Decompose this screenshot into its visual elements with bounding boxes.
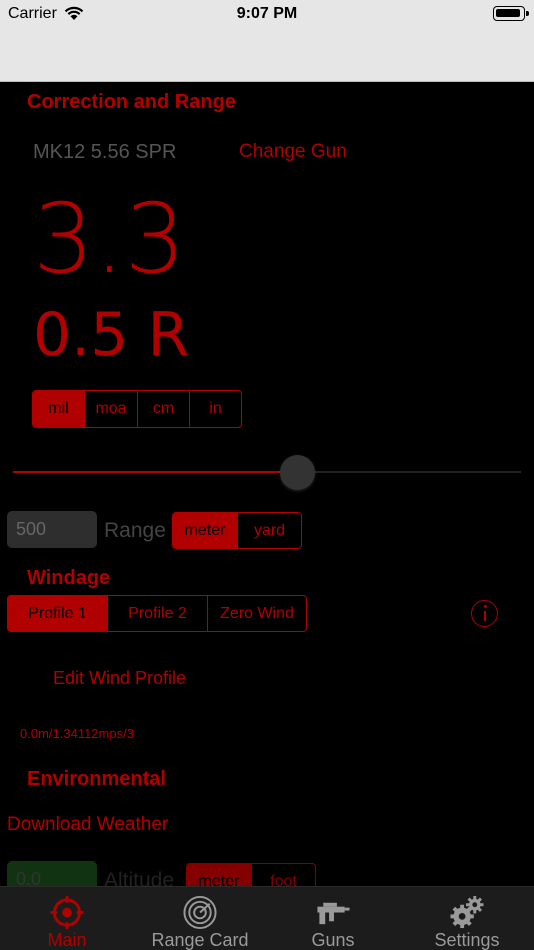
tab-range-card-label: Range Card xyxy=(151,930,249,950)
range-input[interactable] xyxy=(7,511,97,548)
tab-main[interactable]: Main xyxy=(0,887,134,950)
elevation-correction: 3.3 xyxy=(33,183,186,295)
tab-main-label: Main xyxy=(47,930,87,950)
range-label: Range xyxy=(104,519,166,542)
tab-settings[interactable]: Settings xyxy=(400,887,534,950)
unit-moa[interactable]: moa xyxy=(85,391,138,427)
range-slider-track[interactable] xyxy=(13,471,521,473)
tab-bar: Main Range Card Guns Settings xyxy=(0,886,534,950)
tab-guns[interactable]: Guns xyxy=(266,887,400,950)
windage-section-title: Windage xyxy=(27,567,111,589)
edit-wind-profile-button[interactable]: Edit Wind Profile xyxy=(53,668,186,689)
range-slider-thumb[interactable] xyxy=(279,455,315,490)
wind-profile-selector: Profile 1 Profile 2 Zero Wind xyxy=(7,595,307,632)
tab-guns-label: Guns xyxy=(311,930,355,950)
range-slider-fill xyxy=(13,471,298,473)
wind-profile-2[interactable]: Profile 2 xyxy=(108,596,208,631)
change-gun-button[interactable]: Change Gun xyxy=(239,141,347,163)
windage-correction: 0.5 R xyxy=(33,300,190,370)
unit-in[interactable]: in xyxy=(190,391,241,427)
gun-icon xyxy=(317,902,350,925)
environmental-section-title: Environmental xyxy=(27,768,166,790)
crosshair-icon xyxy=(50,895,84,930)
tab-range-card[interactable]: Range Card xyxy=(133,887,267,950)
clock: 9:07 PM xyxy=(236,5,298,22)
range-unit-selector: meter yard xyxy=(172,512,302,549)
download-weather-button[interactable]: Download Weather xyxy=(7,814,168,836)
correction-section-title: Correction and Range xyxy=(27,91,236,113)
wind-profile-summary: 0.0m/1.34112mps/3 xyxy=(20,726,134,741)
battery-icon xyxy=(493,6,529,21)
info-icon[interactable] xyxy=(471,600,498,627)
gun-name: MK12 5.56 SPR xyxy=(33,141,177,163)
range-unit-yard[interactable]: yard xyxy=(238,513,301,548)
unit-cm[interactable]: cm xyxy=(138,391,190,427)
tab-settings-label: Settings xyxy=(434,930,500,950)
correction-unit-selector: mil moa cm in xyxy=(32,390,242,428)
range-unit-meter[interactable]: meter xyxy=(173,513,238,548)
radar-icon xyxy=(183,895,217,930)
wind-profile-zero[interactable]: Zero Wind xyxy=(208,596,306,631)
status-bar: Carrier 9:07 PM xyxy=(0,0,534,82)
wind-profile-1[interactable]: Profile 1 xyxy=(8,596,108,631)
main-scroll-view[interactable]: Correction and Range MK12 5.56 SPR Chang… xyxy=(0,83,534,900)
unit-mil[interactable]: mil xyxy=(33,391,85,427)
gear-icon xyxy=(450,895,484,929)
